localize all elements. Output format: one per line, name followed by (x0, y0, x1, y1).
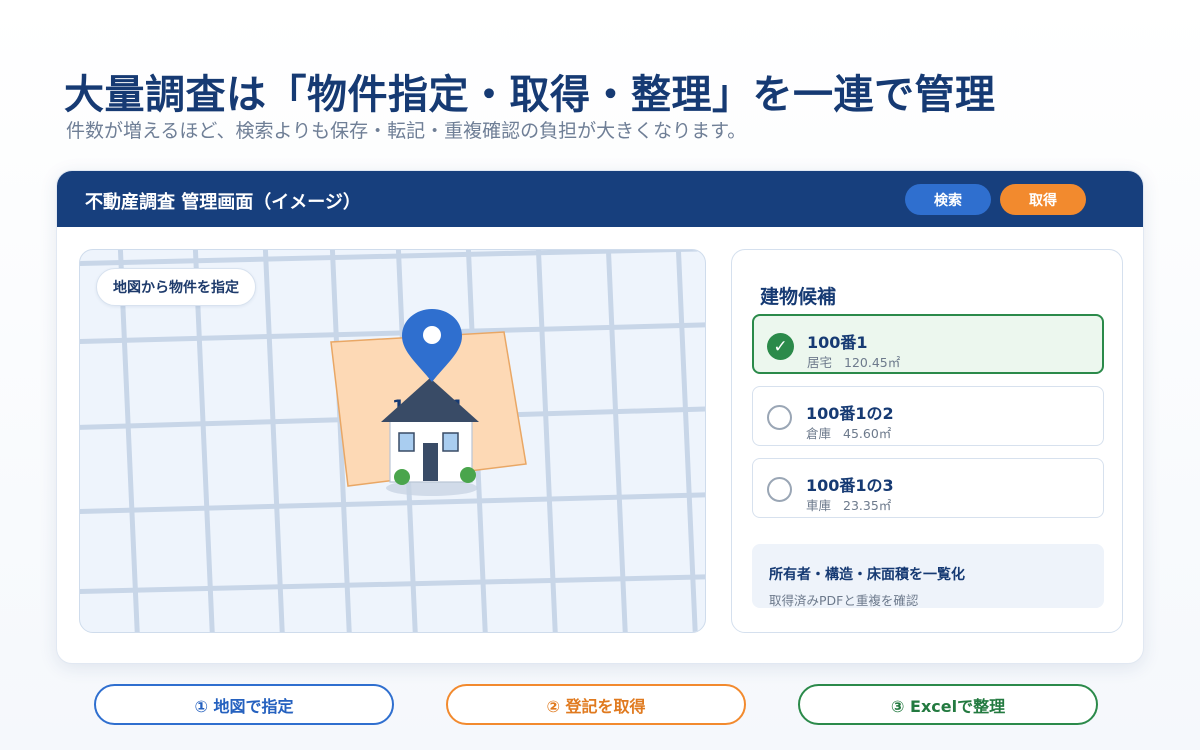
candidate-use: 倉庫 (806, 426, 832, 441)
map-view[interactable]: 100番1 地図から物件を指定 (79, 249, 706, 633)
building-candidates-panel: 建物候補 ✓ 100番1 居宅 120.45㎡ 100番1の2 倉庫 45.60㎡ … (731, 249, 1123, 633)
candidate-detail: 倉庫 45.60㎡ (806, 423, 891, 442)
candidate-item[interactable]: 100番1の3 車庫 23.35㎡ (752, 458, 1104, 518)
candidate-use: 居宅 (807, 355, 833, 370)
step-3-button[interactable]: ③ Excelで整理 (798, 684, 1098, 725)
radio-button[interactable] (767, 405, 792, 430)
candidate-item[interactable]: ✓ 100番1 居宅 120.45㎡ (752, 314, 1104, 374)
candidate-name: 100番1 (807, 333, 868, 352)
map-canvas[interactable]: 100番1 (80, 250, 706, 633)
summary-title: 所有者・構造・床面積を一覧化 (769, 567, 965, 583)
search-button[interactable]: 検索 (905, 184, 991, 215)
get-button[interactable]: 取得 (1000, 184, 1086, 215)
summary-box: 所有者・構造・床面積を一覧化 取得済みPDFと重複を確認 (752, 544, 1104, 608)
page-headline: 大量調査は「物件指定・取得・整理」を一連で管理 (64, 72, 996, 118)
candidate-area: 120.45㎡ (844, 355, 901, 370)
check-icon: ✓ (767, 333, 794, 360)
step-2-button[interactable]: ② 登記を取得 (446, 684, 746, 725)
candidate-item[interactable]: 100番1の2 倉庫 45.60㎡ (752, 386, 1104, 446)
app-window: 不動産調査 管理画面（イメージ） 検索 取得 地図から物件を指定 建物候補 ✓ … (56, 170, 1144, 664)
candidate-detail: 車庫 23.35㎡ (806, 495, 891, 514)
candidate-area: 23.35㎡ (843, 498, 892, 513)
candidate-area: 45.60㎡ (843, 426, 892, 441)
candidate-name: 100番1の2 (806, 404, 894, 423)
step-1-button[interactable]: ① 地図で指定 (94, 684, 394, 725)
window-titlebar: 不動産調査 管理画面（イメージ） 検索 取得 (57, 171, 1143, 227)
summary-subtitle: 取得済みPDFと重複を確認 (769, 593, 919, 608)
window-title: 不動産調査 管理画面（イメージ） (85, 192, 361, 213)
radio-button[interactable] (767, 477, 792, 502)
page-subtitle: 件数が増えるほど、検索よりも保存・転記・重複確認の負担が大きくなります。 (66, 120, 747, 142)
candidates-title: 建物候補 (760, 286, 837, 308)
candidate-use: 車庫 (806, 498, 832, 513)
map-label: 地図から物件を指定 (96, 268, 256, 306)
candidate-detail: 居宅 120.45㎡ (807, 352, 900, 371)
candidate-name: 100番1の3 (806, 476, 894, 495)
